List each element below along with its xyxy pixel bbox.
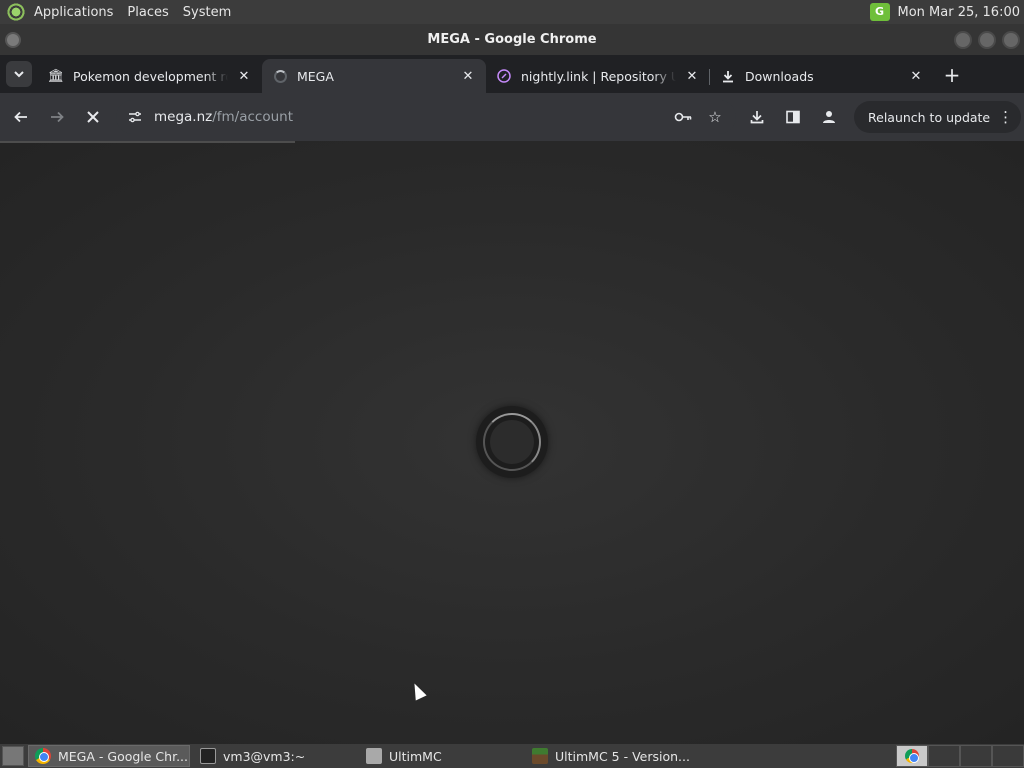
menu-system[interactable]: System: [183, 5, 231, 20]
close-icon: [87, 111, 99, 123]
tab-nightly-link[interactable]: nightly.link | Repository Ultim ✕: [486, 59, 710, 93]
chevron-down-icon: [14, 71, 24, 78]
loading-progress-bar: [0, 141, 295, 143]
forward-button[interactable]: [42, 102, 72, 132]
task-label: UltimMC 5 - Version...: [555, 748, 690, 764]
url-path: /fm/account: [212, 109, 294, 125]
close-tab-icon[interactable]: ✕: [908, 68, 924, 84]
window-menu-button[interactable]: [5, 32, 21, 48]
task-label: UltimMC: [389, 748, 442, 764]
download-icon: [750, 111, 764, 124]
address-bar[interactable]: mega.nz/fm/account ☆: [116, 100, 736, 134]
close-tab-icon[interactable]: ✕: [460, 68, 476, 84]
link-icon: [496, 68, 512, 84]
loading-spinner: [476, 406, 548, 478]
download-icon: [720, 68, 736, 84]
menu-places[interactable]: Places: [127, 5, 168, 20]
clock[interactable]: Mon Mar 25, 16:00: [898, 5, 1020, 20]
taskbar-item-folder[interactable]: UltimMC: [360, 745, 522, 767]
browser-toolbar: mega.nz/fm/account ☆ Relaunch to update …: [0, 93, 1024, 141]
top-panel: Applications Places System G Mon Mar 25,…: [0, 0, 1024, 24]
tab-mega[interactable]: MEGA ✕: [262, 59, 486, 93]
new-tab-button[interactable]: +: [938, 61, 966, 89]
tab-title: Downloads: [745, 68, 814, 84]
task-label: MEGA - Google Chr...: [58, 748, 188, 764]
window-titlebar[interactable]: MEGA - Google Chrome: [0, 24, 1024, 55]
arrow-left-icon: [14, 111, 27, 123]
profile-button[interactable]: [814, 102, 844, 132]
taskbar-item-terminal[interactable]: vm3@vm3:~: [194, 745, 356, 767]
chrome-icon: [905, 749, 919, 763]
side-panel-button[interactable]: [778, 102, 808, 132]
menu-applications[interactable]: Applications: [34, 5, 113, 20]
minecraft-icon: [532, 748, 548, 764]
person-icon: [823, 111, 835, 123]
workspace-3[interactable]: [960, 745, 992, 767]
url-host: mega.nz: [154, 109, 213, 125]
window-title: MEGA - Google Chrome: [427, 32, 597, 47]
workspace-1[interactable]: [896, 745, 928, 767]
update-tray-icon[interactable]: G: [869, 3, 890, 21]
tab-strip: 🏛 Pokemon development rom ✕ MEGA ✕ night…: [0, 55, 1024, 93]
chrome-icon: [35, 748, 51, 764]
tab-downloads[interactable]: Downloads ✕: [710, 59, 934, 93]
relaunch-to-update-button[interactable]: Relaunch to update ⋮: [854, 101, 1022, 133]
workspace-4[interactable]: [992, 745, 1024, 767]
relaunch-label: Relaunch to update: [868, 109, 991, 125]
maximize-button[interactable]: [978, 31, 996, 49]
workspace-2[interactable]: [928, 745, 960, 767]
tab-title: MEGA: [297, 68, 334, 84]
tab-title: Pokemon development rom: [73, 68, 228, 84]
terminal-icon: [200, 748, 216, 764]
tab-search-button[interactable]: [6, 61, 32, 87]
side-panel-icon: [786, 110, 800, 124]
url-text[interactable]: mega.nz/fm/account: [154, 109, 664, 125]
downloads-button[interactable]: [742, 102, 772, 132]
star-icon[interactable]: ☆: [702, 104, 728, 130]
minimize-button[interactable]: [954, 31, 972, 49]
show-desktop-button[interactable]: [2, 746, 24, 766]
stop-loading-button[interactable]: [78, 102, 108, 132]
close-tab-icon[interactable]: ✕: [684, 68, 700, 84]
close-window-button[interactable]: [1002, 31, 1020, 49]
key-icon[interactable]: [670, 104, 696, 130]
folder-icon: [366, 748, 382, 764]
museum-icon: 🏛: [47, 68, 65, 84]
arrow-right-icon: [51, 111, 64, 123]
loading-spinner-icon: [272, 68, 288, 84]
taskbar-item-chrome[interactable]: MEGA - Google Chr...: [28, 745, 190, 767]
tab-pokemon[interactable]: 🏛 Pokemon development rom ✕: [38, 59, 262, 93]
more-menu-icon[interactable]: ⋮: [998, 108, 1013, 126]
bottom-taskbar: MEGA - Google Chr... vm3@vm3:~ UltimMC U…: [0, 744, 1024, 768]
site-info-icon[interactable]: [124, 106, 146, 128]
back-button[interactable]: [6, 102, 36, 132]
task-label: vm3@vm3:~: [223, 748, 306, 764]
close-tab-icon[interactable]: ✕: [236, 68, 252, 84]
tab-title: nightly.link | Repository Ultim: [521, 68, 676, 84]
distro-logo-icon[interactable]: [6, 2, 26, 22]
taskbar-item-ultimmc[interactable]: UltimMC 5 - Version...: [526, 745, 701, 767]
page-content: [0, 141, 1024, 744]
